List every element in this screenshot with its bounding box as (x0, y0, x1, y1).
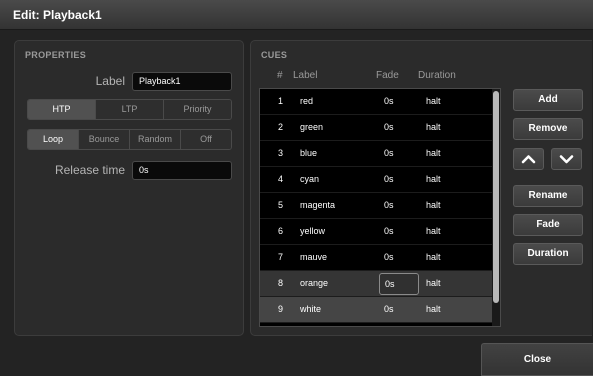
mode-option-htp[interactable]: HTP (28, 100, 96, 119)
header-fade: Fade (376, 70, 399, 81)
cue-list-header: # Label Fade Duration (251, 70, 501, 84)
cue-label: mauve (300, 252, 328, 262)
cue-number: 5 (278, 200, 284, 210)
cue-label: blue (300, 148, 318, 158)
loop-option-off[interactable]: Off (181, 130, 231, 149)
cue-number: 8 (278, 278, 284, 288)
cue-label: yellow (300, 226, 326, 236)
cue-row[interactable]: 8 orange 0s halt (260, 271, 492, 297)
cue-fade: 0s (384, 174, 394, 184)
chevron-up-icon (521, 155, 536, 164)
cue-fade: 0s (384, 252, 394, 262)
cue-label: white (300, 304, 322, 314)
loop-option-random[interactable]: Random (130, 130, 181, 149)
cues-section-title: CUES (261, 50, 288, 60)
cue-number: 9 (278, 304, 284, 314)
scrollbar-thumb[interactable] (493, 91, 499, 303)
cue-row[interactable]: 4 cyan 0s halt (260, 167, 492, 193)
cue-duration: halt (426, 96, 441, 106)
window-title: Edit: Playback1 (0, 0, 593, 30)
cue-list-scrollbar[interactable] (492, 89, 500, 326)
rename-cue-button[interactable]: Rename (513, 185, 583, 207)
cue-fade: 0s (384, 148, 394, 158)
header-duration: Duration (418, 70, 456, 81)
header-label: Label (293, 70, 318, 81)
cue-label: magenta (300, 200, 336, 210)
cue-number: 3 (278, 148, 284, 158)
cue-row[interactable]: 1 red 0s halt (260, 89, 492, 115)
cue-fade: 0s (384, 226, 394, 236)
remove-cue-button[interactable]: Remove (513, 118, 583, 140)
add-cue-button[interactable]: Add (513, 89, 583, 111)
cue-label: orange (300, 278, 329, 288)
close-button[interactable]: Close (481, 343, 593, 376)
cues-panel: CUES # Label Fade Duration 1 red 0s halt 2 gr… (250, 40, 592, 336)
cue-duration: halt (426, 252, 441, 262)
cue-number: 2 (278, 122, 284, 132)
cue-number: 7 (278, 252, 284, 262)
cue-fade: 0s (384, 200, 394, 210)
cue-label: red (300, 96, 314, 106)
cue-list: 1 red 0s halt 2 green 0s halt 3 blue 0s halt 4 cyan 0s… (259, 88, 501, 327)
chevron-down-icon (559, 155, 574, 164)
cue-row[interactable]: 2 green 0s halt (260, 115, 492, 141)
mode-option-priority[interactable]: Priority (164, 100, 231, 119)
cue-row[interactable]: 3 blue 0s halt (260, 141, 492, 167)
cue-row[interactable]: 6 yellow 0s halt (260, 219, 492, 245)
cue-fade: 0s (384, 96, 394, 106)
loop-segmented-control: Loop Bounce Random Off (27, 129, 232, 150)
fade-cue-button[interactable]: Fade (513, 214, 583, 236)
edit-playback-window: Edit: Playback1 PROPERTIES Label Playbac… (0, 0, 593, 376)
cue-duration: halt (426, 122, 441, 132)
cue-duration: halt (426, 226, 441, 236)
header-number: # (277, 70, 283, 81)
cue-row[interactable]: 7 mauve 0s halt (260, 245, 492, 271)
properties-panel: PROPERTIES Label Playback1 HTP LTP Prior… (14, 40, 244, 336)
label-caption: Label (95, 74, 125, 88)
cue-duration: halt (426, 200, 441, 210)
cue-row[interactable]: 5 magenta 0s halt (260, 193, 492, 219)
label-field[interactable]: Playback1 (132, 72, 232, 91)
cue-number: 4 (278, 174, 284, 184)
cue-label: green (300, 122, 324, 132)
move-up-button[interactable] (513, 148, 544, 170)
cue-number: 1 (278, 96, 284, 106)
cue-number: 6 (278, 226, 284, 236)
cue-duration: halt (426, 278, 441, 288)
release-time-caption: Release time (54, 163, 125, 177)
mode-option-ltp[interactable]: LTP (96, 100, 164, 119)
cue-duration: halt (426, 304, 441, 314)
properties-section-title: PROPERTIES (25, 50, 87, 60)
cue-fade-edit-field[interactable]: 0s (379, 273, 419, 295)
mode-segmented-control: HTP LTP Priority (27, 99, 232, 120)
cue-fade: 0s (384, 122, 394, 132)
move-down-button[interactable] (551, 148, 582, 170)
cue-row[interactable]: 9 white 0s halt (260, 297, 492, 323)
loop-option-bounce[interactable]: Bounce (79, 130, 130, 149)
cue-duration: halt (426, 174, 441, 184)
loop-option-loop[interactable]: Loop (28, 130, 79, 149)
cue-label: cyan (300, 174, 320, 184)
duration-cue-button[interactable]: Duration (513, 243, 583, 265)
cue-duration: halt (426, 148, 441, 158)
release-time-field[interactable]: 0s (132, 161, 232, 180)
cue-fade: 0s (384, 304, 394, 314)
